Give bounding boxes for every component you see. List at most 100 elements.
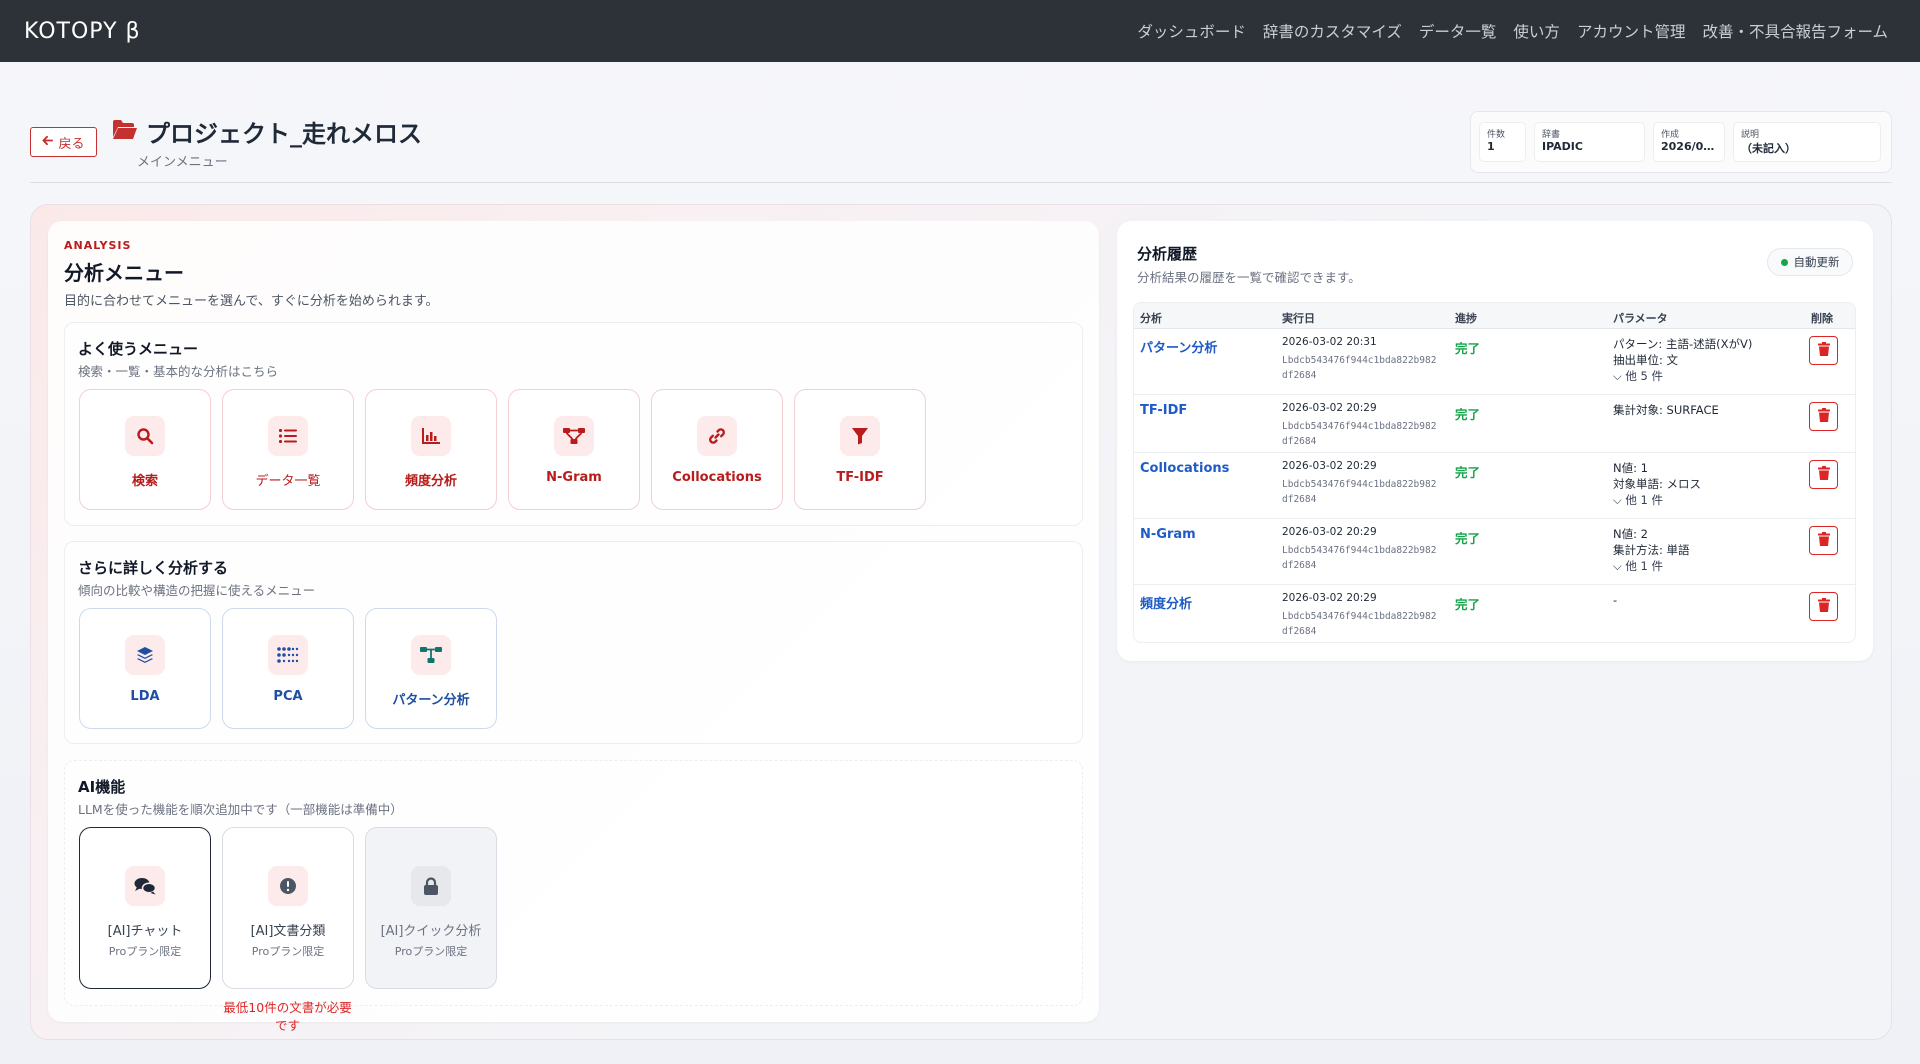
folder-open-icon [112,119,138,144]
main-nav: ダッシュボード 辞書のカスタマイズ データ一覧 使い方 アカウント管理 改善・不… [1137,20,1888,42]
sitemap-icon [411,635,451,675]
run-date: 2026-03-02 20:29 [1282,592,1377,604]
project-meta: 件数 1 辞書 IPADIC 作成 2026/03/02 説明 （未記入） [1470,111,1892,173]
nav-feedback[interactable]: 改善・不具合報告フォーム [1702,20,1888,42]
section-description: LLMを使った機能を順次追加中です（一部機能は準備中） [78,802,403,817]
lock-icon [411,866,451,906]
analysis-link[interactable]: TF-IDF [1140,403,1187,418]
search-icon [125,416,165,456]
tile-frequency[interactable]: 頻度分析 [365,389,497,510]
history-description: 分析結果の履歴を一覧で確認できます。 [1137,270,1361,285]
page-subtitle: メインメニュー [137,155,228,170]
menu-description: 目的に合わせてメニューを選んで、すぐに分析を始められます。 [64,294,439,309]
status-text: 完了 [1455,407,1481,422]
tile-data-list[interactable]: データ一覧 [222,389,354,510]
params: N値: 2 集計方法: 単語 ⌵ 他 1 件 [1613,527,1690,574]
tile-pattern[interactable]: パターン分析 [365,608,497,729]
section-title: さらに詳しく分析する [78,559,229,577]
table-row: Collocations 2026-03-02 20:29 Lbdcb54347… [1134,453,1855,519]
tile-ngram[interactable]: N-Gram [508,389,640,510]
table-row: TF-IDF 2026-03-02 20:29 Lbdcb543476f944c… [1134,395,1855,453]
analysis-link[interactable]: N-Gram [1140,527,1196,542]
params-more-toggle[interactable]: ⌵ 他 5 件 [1613,368,1752,384]
meta-description: 説明 （未記入） [1733,122,1881,162]
nav-dashboard[interactable]: ダッシュボード [1137,20,1246,42]
run-id: Lbdcb543476f944c1bda822b982df2684 [1282,611,1437,637]
delete-button[interactable] [1809,460,1838,489]
delete-button[interactable] [1809,526,1838,555]
analysis-link[interactable]: 頻度分析 [1140,593,1192,612]
nav-dictionary[interactable]: 辞書のカスタマイズ [1263,20,1402,42]
trash-icon [1817,531,1830,550]
section-ai: AI機能 LLMを使った機能を順次追加中です（一部機能は準備中） [AI]チャッ… [64,760,1083,1006]
bar-chart-icon [411,416,451,456]
tile-collocations[interactable]: Collocations [651,389,783,510]
trash-icon [1817,465,1830,484]
link-icon [697,416,737,456]
params: - [1613,593,1618,607]
tile-ai-classify[interactable]: [AI]文書分類 Proプラン限定 [222,827,354,989]
tile-ai-quick[interactable]: [AI]クイック分析 Proプラン限定 [365,827,497,989]
meta-count: 件数 1 [1479,122,1526,162]
section-title: AI機能 [78,778,126,796]
meta-dictionary: 辞書 IPADIC [1534,122,1645,162]
top-navbar: KOTOPY β ダッシュボード 辞書のカスタマイズ データ一覧 使い方 アカウ… [0,0,1920,62]
layers-icon [125,635,165,675]
alert-circle-icon [268,866,308,906]
auto-refresh-badge[interactable]: 自動更新 [1767,248,1853,276]
tile-lda[interactable]: LDA [79,608,211,729]
section-advanced: さらに詳しく分析する 傾向の比較や構造の把握に使えるメニュー LDA PCA パ… [64,541,1083,744]
nav-howto[interactable]: 使い方 [1513,20,1560,42]
tile-search[interactable]: 検索 [79,389,211,510]
run-date: 2026-03-02 20:29 [1282,460,1377,472]
status-dot-icon [1780,258,1788,266]
delete-button[interactable] [1809,336,1838,365]
brand-logo[interactable]: KOTOPY β [24,19,141,44]
run-date: 2026-03-02 20:31 [1282,336,1377,348]
ai-requirement-warning: 最低10件の文書が必要です [223,1000,352,1033]
run-id: Lbdcb543476f944c1bda822b982df2684 [1282,479,1437,505]
history-title: 分析履歴 [1137,245,1198,263]
status-text: 完了 [1455,465,1481,480]
run-id: Lbdcb543476f944c1bda822b982df2684 [1282,421,1437,447]
chat-icon [125,866,165,906]
table-row: 頻度分析 2026-03-02 20:29 Lbdcb543476f944c1b… [1134,585,1855,642]
params-more-toggle[interactable]: ⌵ 他 1 件 [1613,492,1701,508]
run-id: Lbdcb543476f944c1bda822b982df2684 [1282,545,1437,571]
analysis-link[interactable]: Collocations [1140,461,1229,476]
tile-tfidf[interactable]: TF-IDF [794,389,926,510]
menu-title: 分析メニュー [64,261,184,285]
params-more-toggle[interactable]: ⌵ 他 1 件 [1613,558,1690,574]
chevron-down-icon: ⌵ [1613,493,1622,507]
status-text: 完了 [1455,341,1481,356]
section-description: 検索・一覧・基本的な分析はこちら [78,364,279,379]
network-icon [554,416,594,456]
table-row: N-Gram 2026-03-02 20:29 Lbdcb543476f944c… [1134,519,1855,585]
tile-pca[interactable]: PCA [222,608,354,729]
chevron-down-icon: ⌵ [1613,559,1622,573]
run-id: Lbdcb543476f944c1bda822b982df2684 [1282,355,1437,381]
project-header: プロジェクト_走れメロス [112,114,422,149]
section-title: よく使うメニュー [78,340,199,358]
trash-icon [1817,407,1830,426]
trash-icon [1817,597,1830,616]
page-title: プロジェクト_走れメロス [146,120,422,148]
delete-button[interactable] [1809,402,1838,431]
history-table: 分析 実行日 進捗 パラメータ 削除 パターン分析 2026-03-02 20:… [1133,302,1856,643]
params: 集計対象: SURFACE [1613,403,1719,417]
chevron-down-icon: ⌵ [1613,369,1622,383]
status-text: 完了 [1455,531,1481,546]
delete-button[interactable] [1809,592,1838,621]
analysis-link[interactable]: パターン分析 [1140,337,1217,356]
back-button[interactable]: 戻る [30,127,97,157]
params: N値: 1 対象単語: メロス ⌵ 他 1 件 [1613,461,1702,508]
nav-data-list[interactable]: データ一覧 [1419,20,1497,42]
run-date: 2026-03-02 20:29 [1282,402,1377,414]
status-text: 完了 [1455,597,1481,612]
dots-grid-icon [268,635,308,675]
nav-account[interactable]: アカウント管理 [1577,20,1686,42]
header-divider [30,182,1892,183]
run-date: 2026-03-02 20:29 [1282,526,1377,538]
tile-ai-chat[interactable]: [AI]チャット Proプラン限定 [79,827,211,989]
params: パターン: 主語-述語(XがV) 抽出単位: 文 ⌵ 他 5 件 [1613,337,1753,384]
